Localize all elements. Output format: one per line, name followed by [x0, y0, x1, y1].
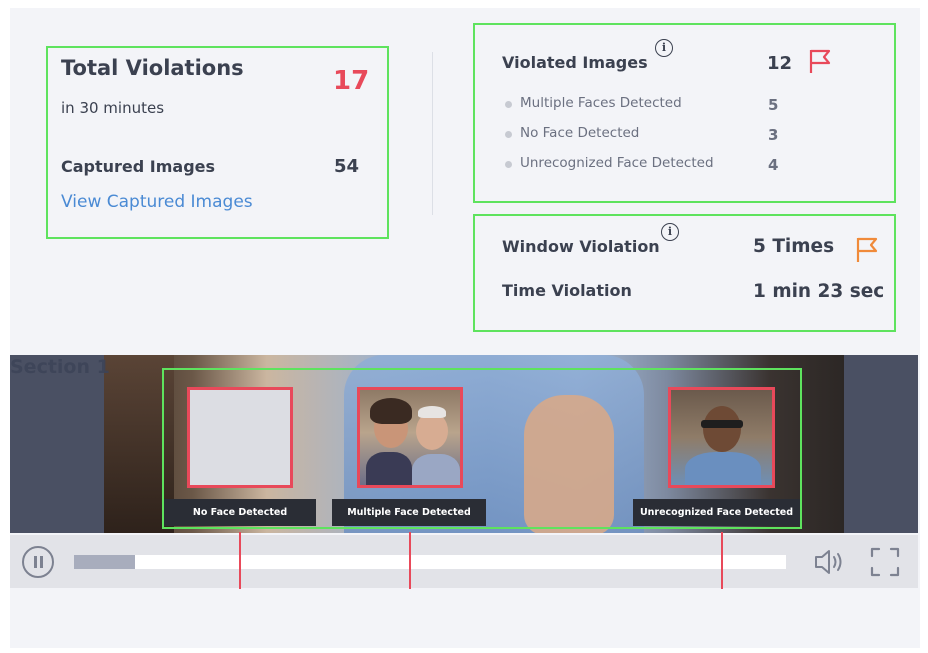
violation-marker[interactable] [721, 532, 723, 589]
list-bullet [505, 161, 512, 168]
thumbnail-multiple-face[interactable] [357, 387, 463, 488]
window-violation-box [473, 214, 896, 332]
list-bullet [505, 131, 512, 138]
violated-images-label: Violated Images [502, 53, 648, 72]
info-icon[interactable]: i [661, 223, 679, 241]
violated-images-count: 12 [767, 53, 793, 74]
list-item-count: 5 [768, 96, 779, 114]
window-violation-label: Window Violation [502, 237, 660, 256]
thumbnail-unrecognized-face[interactable] [668, 387, 775, 488]
period-text: in 30 minutes [61, 99, 165, 117]
flag-icon [809, 49, 831, 73]
captured-images-count: 54 [334, 156, 360, 177]
list-item-label: Unrecognized Face Detected [520, 155, 714, 171]
violation-marker[interactable] [409, 532, 411, 589]
captured-images-label: Captured Images [61, 157, 216, 176]
fullscreen-icon[interactable] [870, 547, 900, 577]
total-violations-count: 17 [333, 66, 370, 96]
pause-icon[interactable] [22, 546, 54, 578]
info-icon[interactable]: i [655, 39, 673, 57]
list-item-count: 3 [768, 126, 779, 144]
time-violation-value: 1 min 23 sec [753, 281, 885, 302]
violated-images-box [473, 23, 896, 203]
view-captured-images-link[interactable]: View Captured Images [61, 192, 253, 212]
flag-icon [856, 237, 878, 262]
window-violation-value: 5 Times [753, 236, 835, 257]
divider [432, 52, 433, 215]
list-item-count: 4 [768, 156, 779, 174]
total-violations-label: Total Violations [61, 56, 244, 80]
section-label: Section 1 [10, 356, 110, 378]
violation-marker[interactable] [239, 532, 241, 589]
list-bullet [505, 101, 512, 108]
caption-unrecognized-face: Unrecognized Face Detected [633, 499, 800, 526]
time-violation-label: Time Violation [502, 281, 632, 300]
progress-fill [74, 555, 135, 569]
volume-icon[interactable] [813, 547, 847, 577]
caption-no-face: No Face Detected [164, 499, 316, 526]
caption-multiple-face: Multiple Face Detected [332, 499, 486, 526]
list-item-label: Multiple Faces Detected [520, 95, 682, 111]
list-item-label: No Face Detected [520, 125, 640, 141]
progress-track[interactable] [74, 555, 786, 569]
thumbnail-no-face[interactable] [187, 387, 293, 488]
